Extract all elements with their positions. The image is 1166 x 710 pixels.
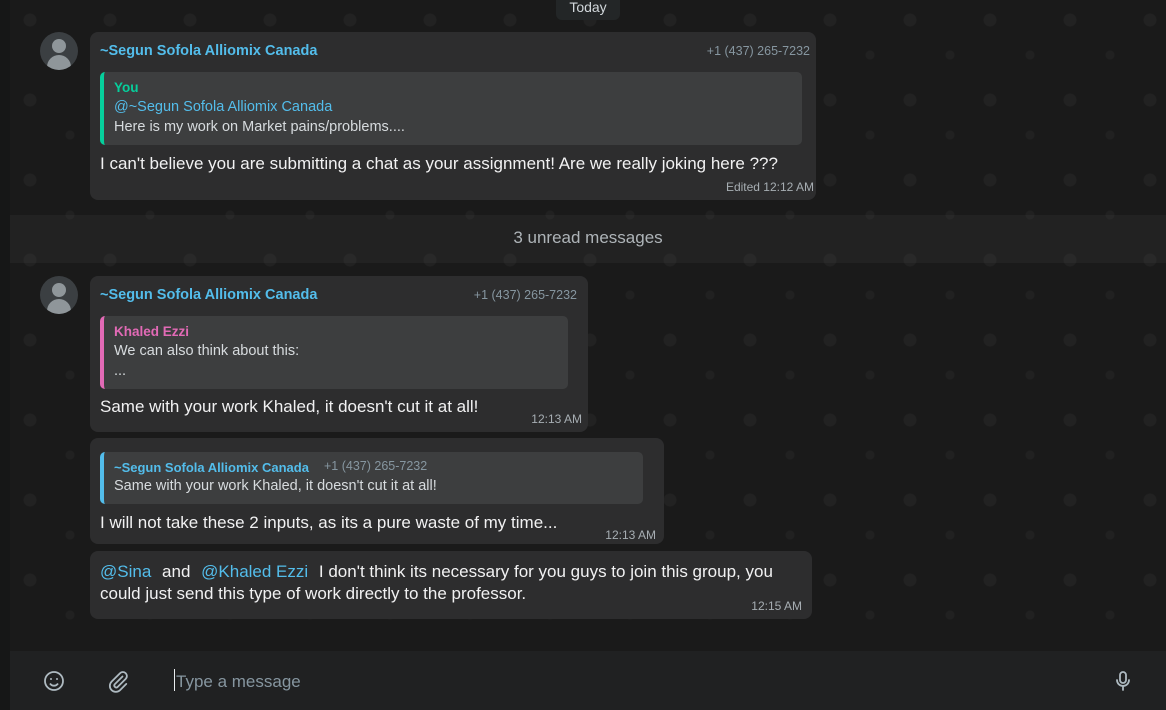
message-text: I will not take these 2 inputs, as its a… xyxy=(100,513,558,532)
mention-khaled-ezzi[interactable]: @Khaled Ezzi xyxy=(201,562,308,581)
message-time: 12:13 AM xyxy=(531,412,582,426)
quoted-message[interactable]: ~Segun Sofola Alliomix Canada +1 (437) 2… xyxy=(100,452,643,504)
emoji-icon[interactable] xyxy=(42,669,66,693)
paperclip-icon[interactable] xyxy=(106,669,130,693)
message-bubble[interactable]: @Sina and @Khaled Ezzi I don't think its… xyxy=(90,551,812,619)
quote-author: You xyxy=(114,80,139,95)
sender-name[interactable]: ~Segun Sofola Alliomix Canada xyxy=(100,287,317,303)
quote-text-ellipsis: ... xyxy=(114,363,127,379)
quote-mention: @~Segun Sofola Alliomix Canada xyxy=(114,99,333,115)
avatar[interactable] xyxy=(40,276,78,314)
sender-phone: +1 (437) 265-7232 xyxy=(473,288,577,302)
chat-area[interactable]: Today ~Segun Sofola Alliomix Canada +1 (… xyxy=(10,0,1166,651)
mention-sina[interactable]: @Sina xyxy=(100,562,151,581)
message-text-rest: I don't think its necessary for you guys… xyxy=(318,562,773,581)
quoted-message[interactable]: You @~Segun Sofola Alliomix Canada Here … xyxy=(100,72,802,145)
message-time: 12:13 AM xyxy=(605,528,656,542)
message-text: @Sina and @Khaled Ezzi I don't think its… xyxy=(100,561,773,583)
message-text: I can't believe you are submitting a cha… xyxy=(100,154,778,173)
left-panel-edge xyxy=(0,0,10,710)
quote-text: Here is my work on Market pains/problems… xyxy=(114,119,405,135)
message-conjunction: and xyxy=(162,562,191,581)
quote-text: Same with your work Khaled, it doesn't c… xyxy=(114,478,437,494)
message-bubble[interactable]: ~Segun Sofola Alliomix Canada +1 (437) 2… xyxy=(90,276,588,432)
quote-author: Khaled Ezzi xyxy=(114,324,190,339)
message-bubble[interactable]: ~Segun Sofola Alliomix Canada +1 (437) 2… xyxy=(90,32,816,200)
message-text-line2: could just send this type of work direct… xyxy=(100,584,527,603)
unread-messages-divider: 3 unread messages xyxy=(513,228,663,247)
sender-name[interactable]: ~Segun Sofola Alliomix Canada xyxy=(100,43,317,59)
message-composer xyxy=(10,651,1166,710)
avatar[interactable] xyxy=(40,32,78,70)
message-text: Same with your work Khaled, it doesn't c… xyxy=(100,397,479,416)
sender-phone: +1 (437) 265-7232 xyxy=(706,44,810,58)
quote-author: ~Segun Sofola Alliomix Canada xyxy=(114,460,309,475)
quote-text: We can also think about this: xyxy=(114,343,300,359)
message-bubble[interactable]: ~Segun Sofola Alliomix Canada +1 (437) 2… xyxy=(90,438,664,544)
quoted-message[interactable]: Khaled Ezzi We can also think about this… xyxy=(100,316,568,389)
quote-phone: +1 (437) 265-7232 xyxy=(324,459,428,473)
message-input[interactable] xyxy=(174,667,1078,697)
message-time: 12:15 AM xyxy=(751,599,802,613)
message-time: Edited 12:12 AM xyxy=(725,180,814,194)
microphone-icon[interactable] xyxy=(1111,669,1135,693)
date-pill: Today xyxy=(556,0,620,20)
